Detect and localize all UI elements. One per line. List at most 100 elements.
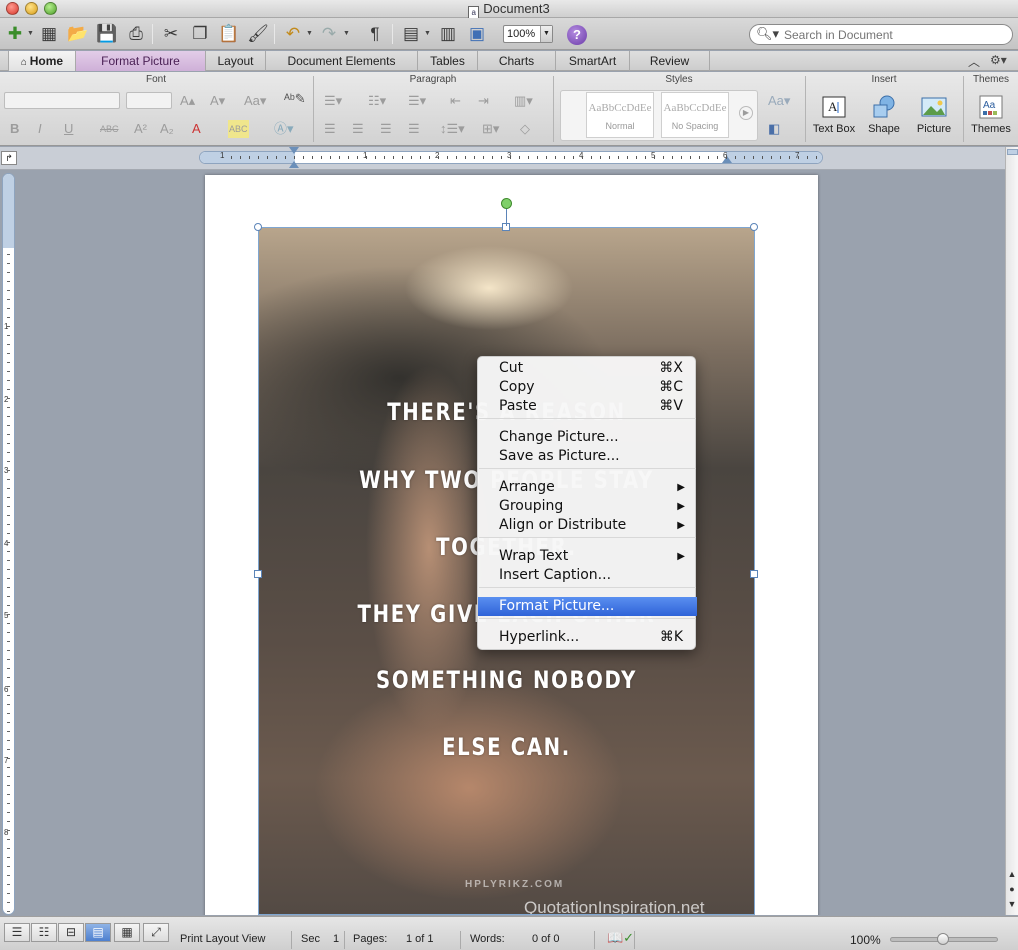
print-layout-view-button[interactable]: ▤ (85, 923, 111, 942)
vertical-scrollbar[interactable]: ▲ ● ▼ (1005, 147, 1018, 915)
print-icon[interactable]: ⎙ (125, 23, 147, 45)
align-left-icon[interactable]: ☰ (324, 120, 336, 138)
zoom-select[interactable]: 100% ▼ (503, 25, 553, 43)
borders-icon[interactable]: ⊞▾ (482, 120, 499, 138)
left-indent-marker[interactable] (289, 161, 299, 168)
shading-icon[interactable]: ◇ (520, 120, 530, 138)
first-line-indent-marker[interactable] (289, 147, 299, 154)
undo-icon[interactable]: ↶ (282, 23, 304, 45)
copy-icon[interactable]: ❐ (189, 23, 211, 45)
ribbon-settings-icon[interactable]: ⚙▾ (990, 53, 1007, 67)
zoom-slider[interactable] (890, 933, 998, 945)
grow-font-icon[interactable]: A▴ (180, 92, 195, 110)
tab-selector-icon[interactable]: ↱ (1, 151, 17, 165)
line-spacing-icon[interactable]: ↕☰▾ (440, 120, 465, 138)
highlight-button[interactable]: ABC (228, 120, 249, 138)
show-formatting-icon[interactable]: ¶ (364, 23, 386, 45)
context-menu-item[interactable]: Change Picture... (478, 428, 697, 447)
focus-view-button[interactable]: ⤢ (143, 923, 169, 942)
resize-handle-top-right[interactable] (750, 223, 758, 231)
insert-shape-button[interactable]: Shape (860, 94, 908, 135)
manage-styles-icon[interactable]: ◧ (768, 120, 780, 138)
search-input[interactable] (784, 27, 1004, 42)
notebook-view-button[interactable]: ▦ (114, 923, 140, 942)
tab-format-picture[interactable]: Format Picture (76, 51, 206, 71)
context-menu-item[interactable]: Arrange ▶ (478, 478, 697, 497)
publishing-view-button[interactable]: ⊟ (58, 923, 84, 942)
font-name-field[interactable] (4, 92, 120, 109)
cut-icon[interactable]: ✂ (160, 23, 182, 45)
context-menu-item[interactable]: Wrap Text ▶ (478, 547, 697, 566)
format-painter-icon[interactable]: 🖌 (247, 23, 269, 45)
paste-icon[interactable]: 📋 (218, 23, 240, 45)
styles-next-icon[interactable]: ▶ (739, 106, 753, 120)
search-box[interactable]: 🔍︎▾ (749, 24, 1013, 45)
multilevel-list-icon[interactable]: ☰▾ (408, 92, 426, 110)
zoom-window-button[interactable] (44, 2, 57, 15)
draft-view-button[interactable]: ☰ (4, 923, 30, 942)
columns-icon[interactable]: ▥▾ (514, 92, 533, 110)
themes-button[interactable]: Aa Themes (967, 94, 1015, 135)
templates-icon[interactable]: ▦ (38, 23, 60, 45)
browse-object-icon[interactable]: ● (1006, 882, 1018, 897)
gallery-icon[interactable]: ▥ (437, 23, 459, 45)
context-menu-item[interactable]: Paste ⌘V (478, 397, 697, 416)
new-dropdown-icon[interactable]: ▼ (27, 30, 34, 37)
clear-formatting-icon[interactable]: ᴬᵇ✎ (284, 90, 306, 108)
proofing-status-icon[interactable]: 📖✓ (607, 930, 634, 946)
increase-indent-icon[interactable]: ⇥ (478, 92, 489, 110)
save-icon[interactable]: 💾 (96, 23, 118, 45)
tab-charts[interactable]: Charts (478, 51, 556, 71)
subscript-button[interactable]: A₂ (160, 120, 174, 138)
redo-dropdown-icon[interactable]: ▼ (343, 30, 350, 37)
minimize-window-button[interactable] (25, 2, 38, 15)
style-no-spacing[interactable]: AaBbCcDdEe No Spacing (661, 92, 729, 138)
context-menu-item[interactable]: Align or Distribute ▶ (478, 516, 697, 535)
bold-button[interactable]: B (10, 120, 19, 138)
sidebar-icon[interactable]: ▤ (400, 23, 422, 45)
numbering-icon[interactable]: ☷▾ (368, 92, 386, 110)
help-button[interactable]: ? (567, 25, 587, 45)
context-menu-item[interactable]: Insert Caption... (478, 566, 697, 585)
tab-review[interactable]: Review (630, 51, 710, 71)
vertical-ruler[interactable]: 12345678 (2, 173, 15, 915)
superscript-button[interactable]: A² (134, 120, 147, 138)
undo-dropdown-icon[interactable]: ▼ (306, 30, 313, 37)
zoom-slider-knob[interactable] (937, 933, 949, 945)
insert-picture-button[interactable]: Picture (910, 94, 958, 135)
toolbox-icon[interactable]: ▣ (466, 23, 488, 45)
split-box[interactable] (1007, 149, 1018, 155)
open-icon[interactable]: 📂 (67, 23, 89, 45)
sidebar-dropdown-icon[interactable]: ▼ (424, 30, 431, 37)
strikethrough-button[interactable]: ABC (100, 120, 119, 138)
bullets-icon[interactable]: ☰▾ (324, 92, 342, 110)
font-size-field[interactable] (126, 92, 172, 109)
search-icon[interactable]: 🔍︎▾ (756, 26, 779, 42)
outline-view-button[interactable]: ☷ (31, 923, 57, 942)
change-case-icon[interactable]: Aa▾ (244, 92, 266, 110)
context-menu-item[interactable]: Copy ⌘C (478, 378, 697, 397)
scroll-up-icon[interactable]: ▲ (1006, 867, 1018, 882)
align-center-icon[interactable]: ☰ (352, 120, 364, 138)
shrink-font-icon[interactable]: A▾ (210, 92, 225, 110)
tab-document-elements[interactable]: Document Elements (266, 51, 418, 71)
resize-handle-left[interactable] (254, 570, 262, 578)
context-menu-item[interactable]: Grouping ▶ (478, 497, 697, 516)
style-normal[interactable]: AaBbCcDdEe Normal (586, 92, 654, 138)
text-effects-icon[interactable]: Ⓐ▾ (274, 120, 294, 138)
resize-handle-right[interactable] (750, 570, 758, 578)
tab-layout[interactable]: Layout (206, 51, 266, 71)
zoom-dropdown-icon[interactable]: ▼ (540, 26, 552, 42)
style-text-icon[interactable]: Aa▾ (768, 92, 790, 110)
font-color-button[interactable]: A (192, 120, 201, 138)
resize-handle-top-left[interactable] (254, 223, 262, 231)
rotation-handle[interactable] (501, 198, 512, 209)
tab-smartart[interactable]: SmartArt (556, 51, 630, 71)
context-menu-item[interactable]: Hyperlink... ⌘K (478, 628, 697, 647)
tab-tables[interactable]: Tables (418, 51, 478, 71)
underline-button[interactable]: U (64, 120, 73, 138)
redo-icon[interactable]: ↷ (318, 23, 340, 45)
collapse-ribbon-icon[interactable]: ︿ (968, 53, 980, 70)
tab-home[interactable]: ⌂ Home (8, 51, 76, 71)
context-menu-item[interactable]: Save as Picture... (478, 447, 697, 466)
